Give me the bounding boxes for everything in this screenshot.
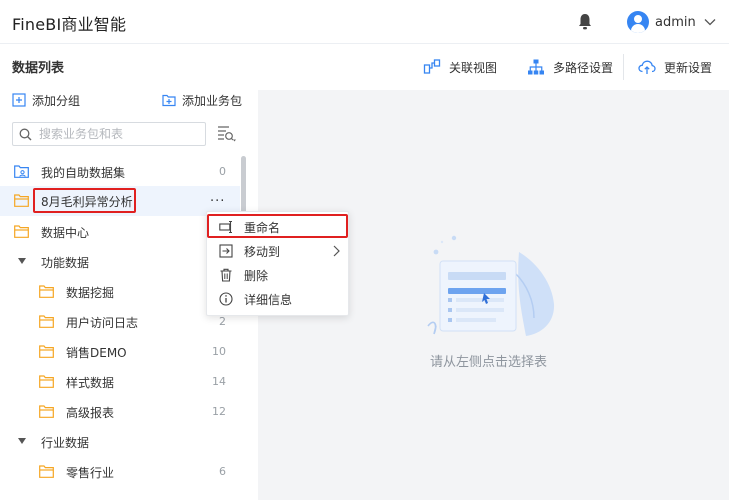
folder-icon: [39, 375, 54, 388]
add-business-package-label: 添加业务包: [182, 93, 243, 108]
list-item-style-data[interactable]: 样式数据 14: [0, 367, 240, 397]
trash-icon: [220, 268, 232, 282]
top-bar: FineBI商业智能 admin: [0, 0, 729, 44]
add-group-button[interactable]: 添加分组: [12, 92, 80, 108]
page-title: 数据列表: [12, 61, 65, 76]
app-title: FineBI商业智能: [12, 15, 127, 34]
list-item-data-center[interactable]: 数据中心: [0, 217, 240, 247]
chevron-right-icon: [333, 245, 340, 257]
list-item-advanced-reports[interactable]: 高级报表 12: [0, 397, 240, 427]
menu-item-details[interactable]: 详细信息: [207, 287, 348, 311]
empty-state-illustration: [427, 235, 555, 336]
move-to-icon: [219, 244, 233, 258]
add-business-package-button[interactable]: 添加业务包: [162, 92, 242, 108]
empty-state-text: 请从左侧点击选择表: [430, 355, 548, 370]
table-count: 2: [219, 315, 226, 328]
list-item-label: 高级报表: [66, 406, 115, 420]
list-item-my-self-service-dataset[interactable]: 我的自助数据集 0: [0, 157, 240, 187]
table-count: 0: [219, 165, 226, 178]
relation-view-icon: [423, 59, 441, 74]
menu-item-label: 详细信息: [244, 293, 293, 307]
search-input[interactable]: [39, 126, 199, 142]
relation-view-button[interactable]: 关联视图: [423, 58, 497, 76]
folder-icon: [39, 465, 54, 478]
multipath-settings-button[interactable]: 多路径设置: [527, 58, 613, 76]
highlight-box: [207, 214, 348, 238]
group-functional-data[interactable]: 功能数据: [0, 247, 240, 277]
list-item-label: 用户访问日志: [66, 316, 139, 330]
add-group-label: 添加分组: [32, 93, 81, 108]
cloud-refresh-icon: [638, 60, 656, 74]
dataset-folder-icon: [14, 165, 29, 178]
info-icon: [219, 292, 233, 306]
add-group-icon: [12, 93, 26, 107]
user-menu[interactable]: admin: [627, 10, 716, 34]
expand-arrow-icon[interactable]: [18, 438, 26, 444]
username: admin: [655, 14, 696, 30]
update-settings-label: 更新设置: [664, 60, 713, 75]
filter-sort-icon[interactable]: [217, 125, 237, 143]
multipath-settings-label: 多路径设置: [553, 60, 614, 75]
menu-item-label: 删除: [244, 269, 269, 283]
table-count: 12: [212, 405, 226, 418]
list-item-data-mining[interactable]: 数据挖掘: [0, 277, 240, 307]
avatar: [627, 11, 649, 33]
toolbar-divider: [623, 54, 624, 80]
list-item-label: 我的自助数据集: [41, 166, 126, 180]
page-header: 数据列表: [0, 44, 729, 90]
bell-icon[interactable]: [577, 13, 593, 31]
menu-item-move-to[interactable]: 移动到: [207, 239, 348, 263]
list-item-label: 数据挖掘: [66, 286, 115, 300]
expand-arrow-icon[interactable]: [18, 258, 26, 264]
folder-icon: [39, 405, 54, 418]
search-box[interactable]: [12, 122, 206, 146]
add-folder-icon: [162, 94, 176, 107]
folder-icon: [39, 315, 54, 328]
list-item-label: 零售行业: [66, 466, 115, 480]
list-item-user-access-log[interactable]: 用户访问日志 2: [0, 307, 240, 337]
group-label: 行业数据: [41, 436, 90, 450]
list-item-label: 样式数据: [66, 376, 115, 390]
menu-item-label: 移动到: [244, 245, 281, 259]
table-count: 10: [212, 345, 226, 358]
menu-item-delete[interactable]: 删除: [207, 263, 348, 287]
folder-icon: [39, 345, 54, 358]
hierarchy-icon: [528, 59, 544, 75]
search-icon: [19, 128, 32, 141]
list-item-label: 数据中心: [41, 226, 90, 240]
relation-view-label: 关联视图: [449, 60, 498, 75]
chevron-down-icon: [704, 19, 716, 26]
folder-icon: [39, 285, 54, 298]
more-options-icon[interactable]: ···: [210, 194, 225, 209]
group-label: 功能数据: [41, 256, 90, 270]
table-count: 6: [219, 465, 226, 478]
update-settings-button[interactable]: 更新设置: [638, 58, 712, 76]
folder-icon: [14, 194, 29, 207]
highlight-box: [33, 188, 136, 213]
list-item-retail-industry[interactable]: 零售行业 6: [0, 457, 240, 487]
list-item-sales-demo[interactable]: 销售DEMO 10: [0, 337, 240, 367]
list-item-label: 销售DEMO: [66, 346, 127, 360]
table-count: 14: [212, 375, 226, 388]
group-industry-data[interactable]: 行业数据: [0, 427, 240, 457]
folder-icon: [14, 225, 29, 238]
